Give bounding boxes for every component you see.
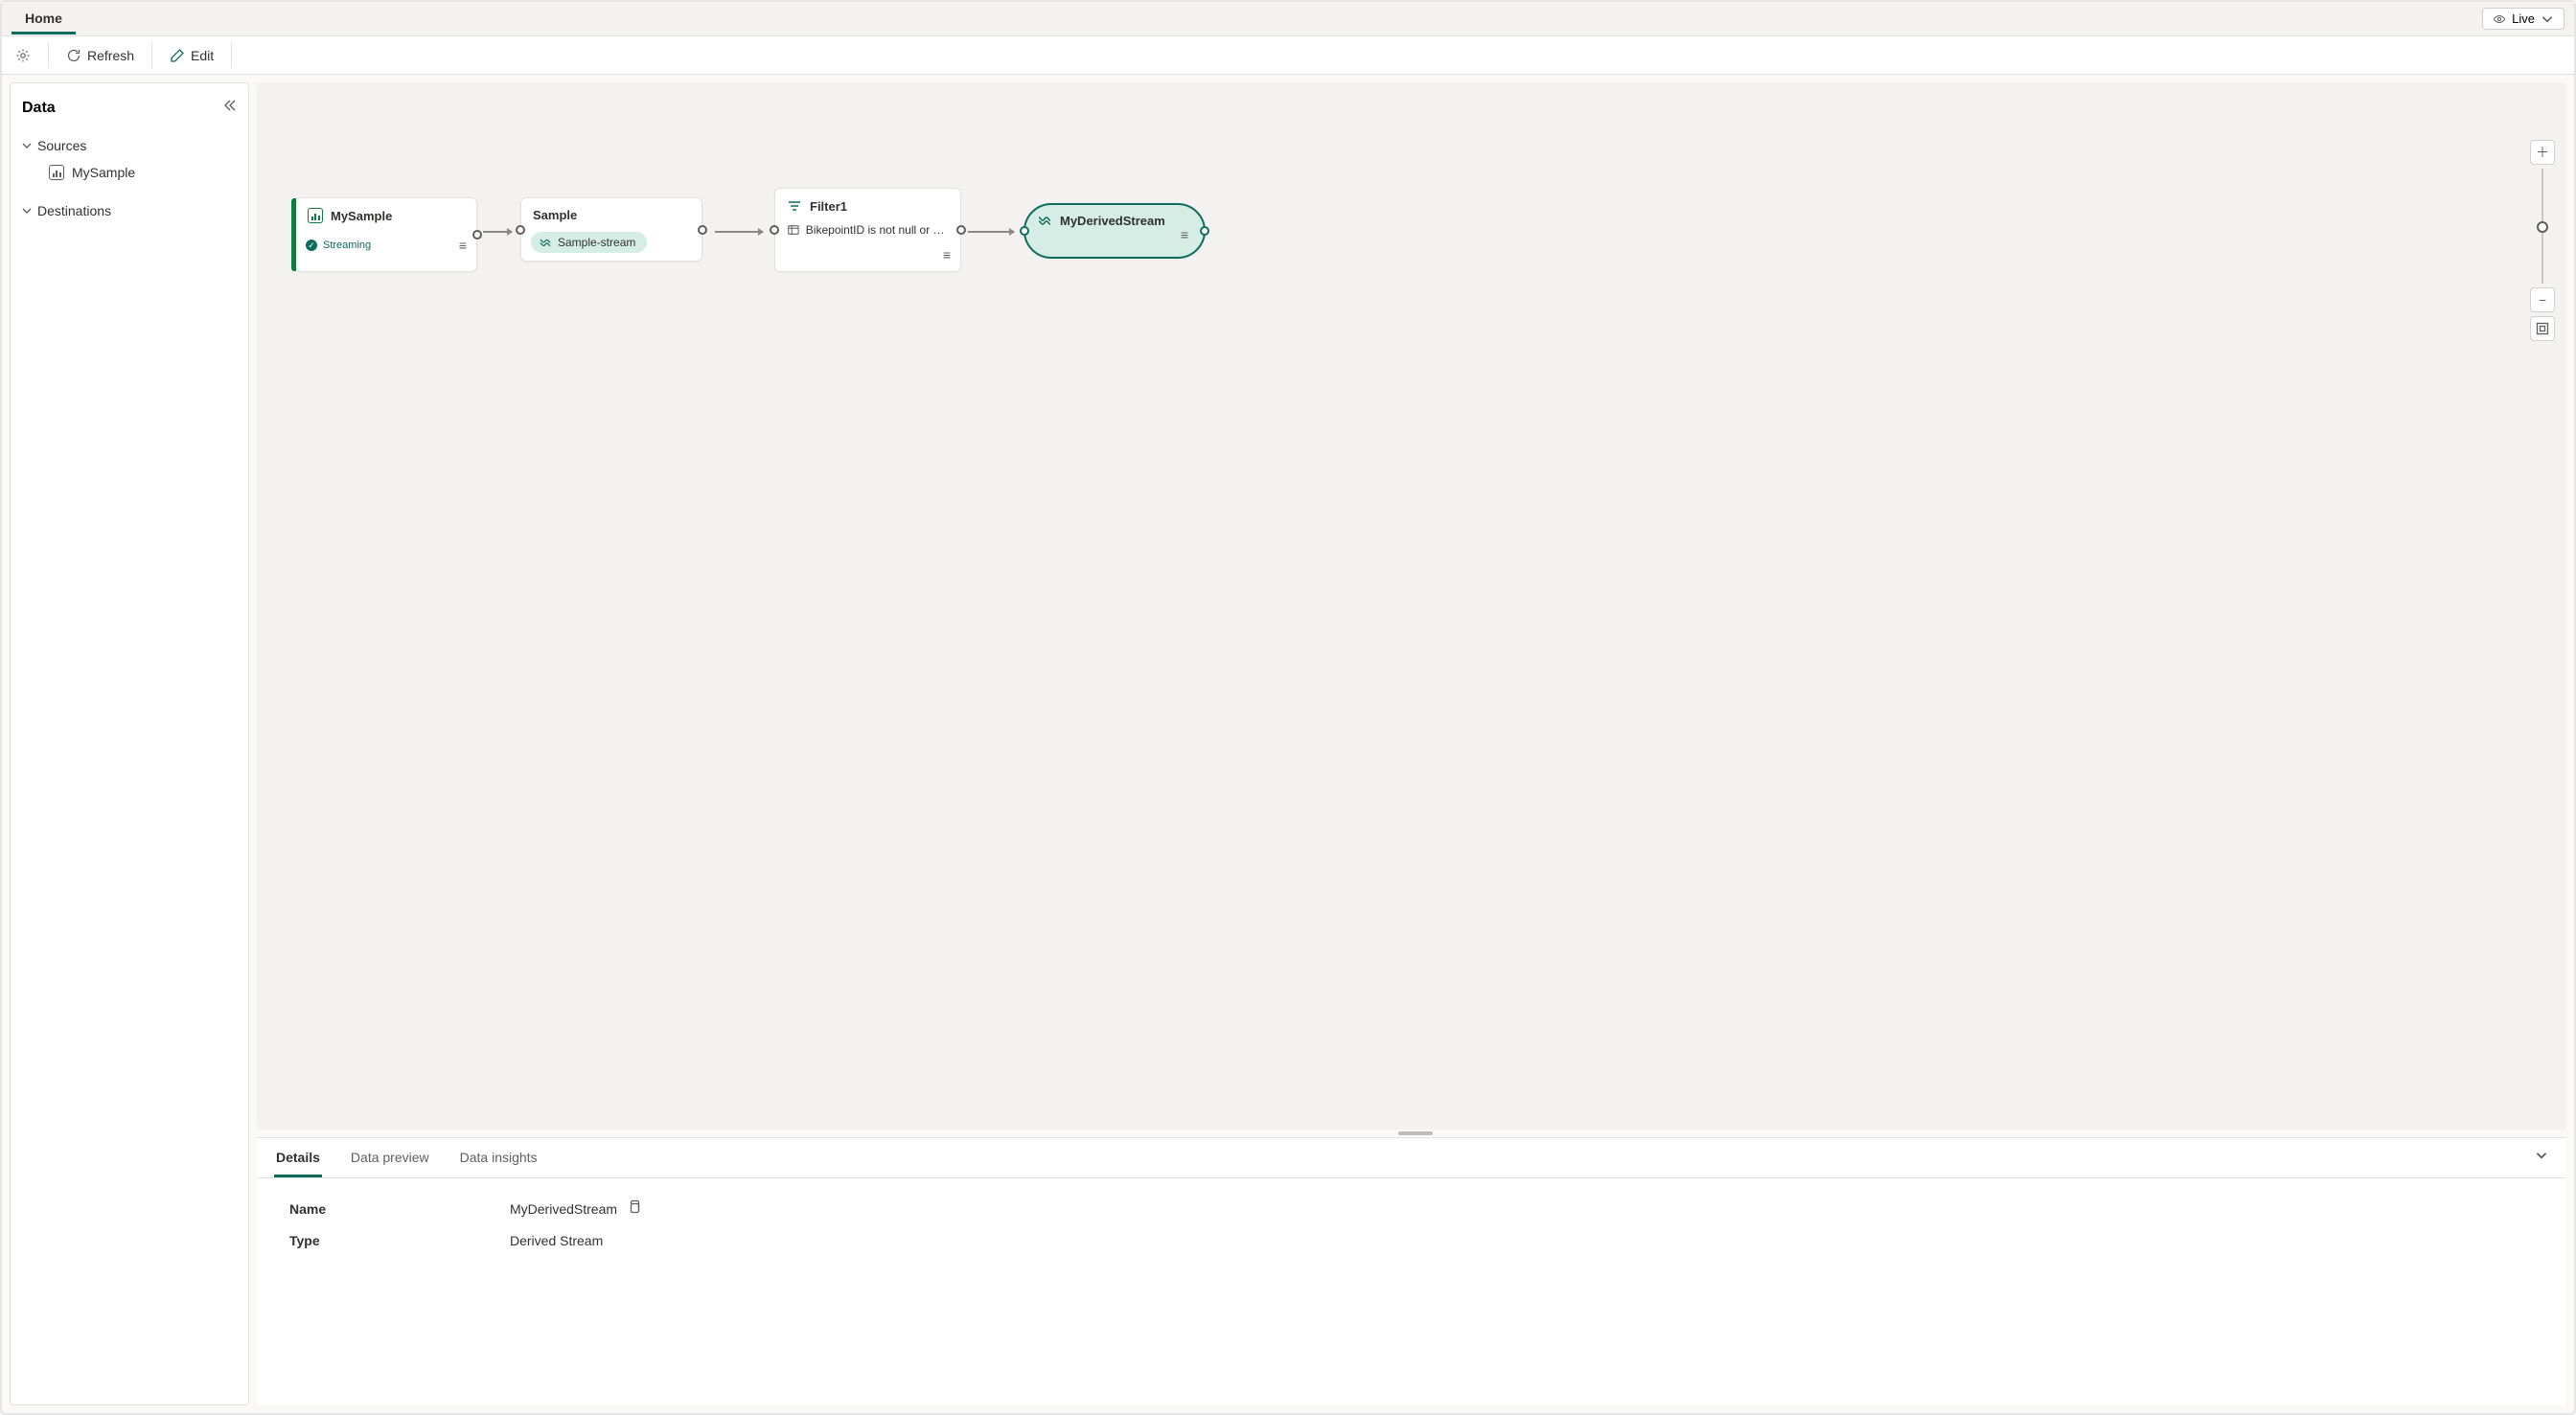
node-accent bbox=[291, 198, 296, 271]
refresh-icon bbox=[66, 48, 81, 63]
output-port[interactable] bbox=[1200, 226, 1209, 236]
pane-splitter[interactable] bbox=[257, 1130, 2574, 1137]
stream-icon bbox=[1037, 213, 1052, 228]
settings-button[interactable] bbox=[2, 36, 44, 74]
toolbar-divider bbox=[151, 42, 152, 68]
node-title: Sample bbox=[533, 208, 577, 222]
input-port[interactable] bbox=[516, 225, 525, 235]
gear-icon bbox=[15, 48, 31, 63]
edit-icon bbox=[170, 48, 185, 63]
node-title: Filter1 bbox=[810, 199, 847, 214]
zoom-in-button[interactable]: ＋ bbox=[2530, 140, 2555, 165]
flow-canvas[interactable]: MySample Streaming ≡ Sample bbox=[257, 82, 2566, 1130]
node-menu[interactable]: ≡ bbox=[943, 248, 951, 262]
chip-label: Sample-stream bbox=[558, 236, 635, 249]
tree-item-label: MySample bbox=[72, 165, 135, 180]
barchart-icon bbox=[308, 208, 323, 223]
tree-section-sources[interactable]: Sources bbox=[22, 132, 237, 159]
tab-home[interactable]: Home bbox=[12, 3, 76, 34]
sample-chip[interactable]: Sample-stream bbox=[531, 232, 647, 253]
refresh-label: Refresh bbox=[87, 48, 134, 63]
output-port[interactable] bbox=[956, 225, 966, 235]
filter-icon bbox=[787, 198, 802, 214]
node-title: MySample bbox=[331, 209, 392, 223]
edit-button[interactable]: Edit bbox=[156, 36, 227, 74]
toolbar: Refresh Edit bbox=[2, 36, 2574, 75]
node-title: MyDerivedStream bbox=[1060, 214, 1165, 228]
ribbon-tabstrip: Home Live bbox=[2, 2, 2574, 36]
details-pane: Details Data preview Data insights Name … bbox=[257, 1137, 2566, 1405]
zoom-slider[interactable] bbox=[2542, 169, 2543, 284]
mode-selector[interactable]: Live bbox=[2482, 8, 2564, 30]
edge bbox=[968, 231, 1014, 233]
node-status: Streaming bbox=[306, 240, 371, 251]
zoom-out-button[interactable]: − bbox=[2530, 287, 2555, 312]
tree-section-destinations[interactable]: Destinations bbox=[22, 197, 237, 224]
barchart-icon bbox=[49, 165, 64, 180]
zoom-fit-button[interactable] bbox=[2530, 316, 2555, 341]
node-filter[interactable]: Filter1 BikepointID is not null or e… ≡ bbox=[774, 188, 961, 272]
zoom-thumb[interactable] bbox=[2537, 221, 2548, 233]
tab-details[interactable]: Details bbox=[274, 1138, 322, 1177]
edge bbox=[715, 231, 763, 233]
grip-icon bbox=[1398, 1131, 1433, 1135]
detail-type-label: Type bbox=[289, 1233, 510, 1248]
tab-data-preview[interactable]: Data preview bbox=[349, 1138, 431, 1177]
detail-type-value: Derived Stream bbox=[510, 1233, 603, 1248]
chevron-double-left-icon bbox=[223, 99, 237, 112]
node-menu[interactable]: ≡ bbox=[459, 239, 467, 252]
app-root: Home Live Refresh bbox=[0, 0, 2576, 1415]
chevron-down-icon bbox=[2534, 1148, 2549, 1163]
refresh-button[interactable]: Refresh bbox=[53, 36, 148, 74]
detail-name-value: MyDerivedStream bbox=[510, 1201, 617, 1217]
detail-name-label: Name bbox=[289, 1201, 510, 1217]
copy-icon bbox=[627, 1199, 642, 1215]
input-port[interactable] bbox=[1020, 226, 1029, 236]
collapse-details-button[interactable] bbox=[2534, 1148, 2549, 1168]
filter-expression: BikepointID is not null or e… bbox=[806, 223, 949, 237]
node-source[interactable]: MySample Streaming ≡ bbox=[295, 197, 477, 272]
fit-icon bbox=[2536, 322, 2549, 335]
chevron-down-icon bbox=[2541, 12, 2554, 26]
data-pane: Data Sources MySample Destinatio bbox=[10, 82, 249, 1405]
eye-icon bbox=[2493, 12, 2506, 26]
output-port[interactable] bbox=[698, 225, 707, 235]
zoom-controls: ＋ − bbox=[2530, 140, 2555, 341]
main-body: Data Sources MySample Destinatio bbox=[2, 75, 2574, 1413]
tree-item-mysample[interactable]: MySample bbox=[22, 159, 237, 186]
chevron-down-icon bbox=[22, 206, 32, 216]
column-icon bbox=[787, 223, 800, 237]
tab-data-insights[interactable]: Data insights bbox=[458, 1138, 540, 1177]
node-sink[interactable]: MyDerivedStream ≡ bbox=[1024, 203, 1206, 259]
data-pane-title: Data bbox=[22, 100, 56, 117]
toolbar-divider bbox=[231, 42, 232, 68]
check-icon bbox=[306, 240, 317, 251]
stream-icon bbox=[539, 236, 552, 249]
input-port[interactable] bbox=[770, 225, 779, 235]
output-port[interactable] bbox=[472, 230, 482, 240]
mode-label: Live bbox=[2512, 11, 2535, 26]
tree-section-label: Destinations bbox=[37, 203, 111, 218]
node-menu[interactable]: ≡ bbox=[1181, 228, 1188, 241]
canvas-wrap: MySample Streaming ≡ Sample bbox=[257, 75, 2574, 1413]
toolbar-divider bbox=[48, 42, 49, 68]
chevron-down-icon bbox=[22, 141, 32, 150]
copy-button[interactable] bbox=[627, 1199, 642, 1218]
node-sample[interactable]: Sample Sample-stream bbox=[520, 197, 702, 262]
collapse-pane-button[interactable] bbox=[223, 99, 237, 117]
tree-section-label: Sources bbox=[37, 138, 86, 153]
edge bbox=[483, 231, 512, 233]
edit-label: Edit bbox=[191, 48, 214, 63]
